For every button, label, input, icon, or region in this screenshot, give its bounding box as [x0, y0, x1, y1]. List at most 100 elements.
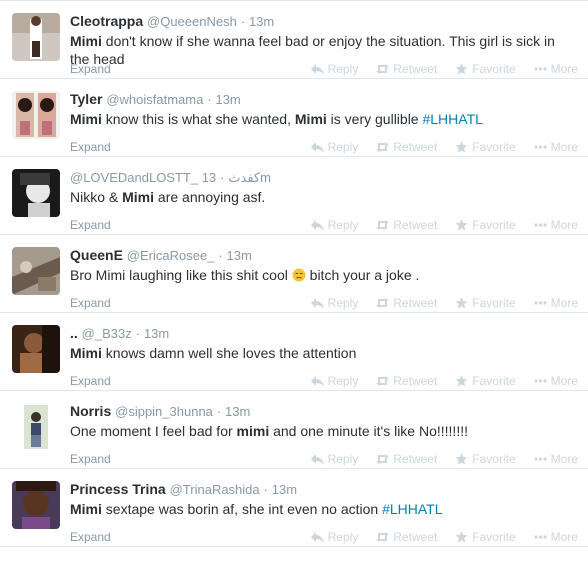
favorite-button[interactable]: Favorite — [455, 217, 516, 233]
reply-label: Reply — [327, 218, 359, 232]
tweet-timestamp[interactable]: 13m — [272, 482, 297, 497]
avatar[interactable] — [12, 481, 60, 529]
tweet-timestamp[interactable]: 13m — [225, 404, 250, 419]
tweet-text-segment: One moment I feel bad for — [70, 423, 237, 439]
tweet[interactable]: Cleotrappa @QueeenNesh · 13m Mimi don't … — [0, 1, 588, 79]
hashtag-link[interactable]: #LHHATL — [422, 111, 482, 127]
tweet-feed: Cleotrappa @QueeenNesh · 13m Mimi don't … — [0, 0, 588, 572]
expand-link[interactable]: Expand — [70, 295, 111, 311]
more-button[interactable]: More — [534, 529, 578, 545]
avatar[interactable] — [12, 403, 60, 451]
tweet-text-segment: is very gullible — [326, 111, 423, 127]
expand-link[interactable]: Expand — [70, 61, 111, 77]
favorite-label: Favorite — [472, 218, 516, 232]
more-icon — [534, 223, 547, 227]
retweet-button[interactable]: Retweet — [376, 139, 437, 155]
tweet-timestamp[interactable]: 13m — [227, 248, 252, 263]
favorite-label: Favorite — [472, 62, 516, 76]
tweet-fullname[interactable]: Tyler — [70, 91, 102, 107]
tweet[interactable]: .. @_B33z · 13m Mimi knows damn well she… — [0, 313, 588, 391]
tweet-username[interactable]: @TrinaRashida — [170, 482, 260, 497]
retweet-label: Retweet — [393, 374, 438, 388]
more-button[interactable]: More — [534, 451, 578, 467]
avatar[interactable] — [12, 325, 60, 373]
avatar[interactable] — [12, 247, 60, 295]
tweet-username[interactable]: @whoisfatmama — [106, 92, 203, 107]
retweet-label: Retweet — [393, 62, 438, 76]
more-button[interactable]: More — [534, 61, 578, 77]
tweet[interactable]: Norris @sippin_3hunna · 13m One moment I… — [0, 391, 588, 469]
tweet-fullname[interactable]: .. — [70, 325, 78, 341]
hashtag-link[interactable]: #LHHATL — [382, 501, 442, 517]
tweet-username[interactable]: @sippin_3hunna — [115, 404, 213, 419]
more-label: More — [550, 374, 578, 388]
favorite-button[interactable]: Favorite — [455, 451, 516, 467]
tweet[interactable]: Tyler @whoisfatmama · 13m Mimi know this… — [0, 79, 588, 157]
tweet-username[interactable]: @LOVEDandLOSTT_ كفدث — [70, 170, 260, 185]
retweet-icon — [376, 64, 390, 74]
tweet-username[interactable]: @QueeenNesh — [147, 14, 237, 29]
retweet-button[interactable]: Retweet — [376, 373, 437, 389]
favorite-button[interactable]: Favorite — [455, 295, 516, 311]
retweet-button[interactable]: Retweet — [376, 529, 437, 545]
tweet-text-segment: are annoying asf. — [154, 189, 266, 205]
expand-link[interactable]: Expand — [70, 451, 111, 467]
reply-button[interactable]: Reply — [310, 373, 358, 389]
more-button[interactable]: More — [534, 217, 578, 233]
favorite-label: Favorite — [472, 374, 516, 388]
more-icon — [534, 457, 547, 461]
expand-link[interactable]: Expand — [70, 139, 111, 155]
highlighted-term: Mimi — [70, 33, 102, 49]
avatar[interactable] — [12, 169, 60, 217]
tweet-separator: · — [263, 482, 268, 497]
reply-icon — [310, 376, 324, 387]
retweet-button[interactable]: Retweet — [376, 451, 437, 467]
reply-button[interactable]: Reply — [310, 529, 359, 545]
reply-button[interactable]: Reply — [310, 451, 358, 467]
tweet-text-segment: and one minute it's like No!!!!!!!! — [269, 423, 468, 439]
tweet-username[interactable]: @_B33z — [82, 326, 132, 341]
favorite-button[interactable]: Favorite — [455, 139, 516, 155]
favorite-button[interactable]: Favorite — [455, 373, 516, 389]
tweet-text-segment: bitch your a joke . — [305, 267, 420, 283]
tweet[interactable]: Princess Trina @TrinaRashida · 13m Mimi … — [0, 469, 588, 547]
more-icon — [534, 301, 547, 305]
retweet-icon — [376, 532, 390, 542]
more-button[interactable]: More — [534, 373, 578, 389]
retweet-icon — [376, 142, 390, 152]
retweet-button[interactable]: Retweet — [376, 217, 437, 233]
tweet-fullname[interactable]: QueenE — [70, 247, 123, 263]
tweet-fullname[interactable]: Norris — [70, 403, 111, 419]
avatar[interactable] — [12, 13, 60, 61]
expand-link[interactable]: Expand — [70, 217, 111, 233]
unamused-face-icon — [292, 268, 306, 282]
more-button[interactable]: More — [534, 295, 578, 311]
favorite-button[interactable]: Favorite — [455, 61, 516, 77]
retweet-button[interactable]: Retweet — [376, 295, 437, 311]
avatar[interactable] — [12, 91, 60, 139]
reply-button[interactable]: Reply — [310, 295, 358, 311]
more-label: More — [550, 140, 578, 154]
tweet-separator: · — [207, 92, 212, 107]
tweet-text-segment: knows damn well she loves the attention — [101, 345, 357, 361]
tweet-timestamp[interactable]: 13m — [144, 326, 169, 341]
favorite-button[interactable]: Favorite — [455, 529, 516, 545]
tweet-fullname[interactable]: Princess Trina — [70, 481, 166, 497]
retweet-label: Retweet — [393, 140, 438, 154]
reply-button[interactable]: Reply — [310, 217, 359, 233]
tweet-text-segment: sextape was borin af, she int even no ac… — [101, 501, 383, 517]
expand-link[interactable]: Expand — [70, 529, 111, 545]
reply-icon — [310, 298, 324, 309]
tweet[interactable]: @LOVEDandLOSTT_ كفدث · 13m Nikko & Mimi … — [0, 157, 588, 235]
retweet-button[interactable]: Retweet — [376, 61, 437, 77]
tweet-timestamp[interactable]: 13m — [215, 92, 240, 107]
tweet-username[interactable]: @EricaRosee_ — [127, 248, 215, 263]
tweet-fullname[interactable]: Cleotrappa — [70, 13, 143, 29]
reply-label: Reply — [327, 530, 359, 544]
reply-button[interactable]: Reply — [310, 61, 358, 77]
tweet[interactable]: QueenE @EricaRosee_ · 13m Bro Mimi laugh… — [0, 235, 588, 313]
expand-link[interactable]: Expand — [70, 373, 111, 389]
reply-button[interactable]: Reply — [310, 139, 358, 155]
tweet-timestamp[interactable]: 13m — [249, 14, 274, 29]
more-button[interactable]: More — [534, 139, 578, 155]
